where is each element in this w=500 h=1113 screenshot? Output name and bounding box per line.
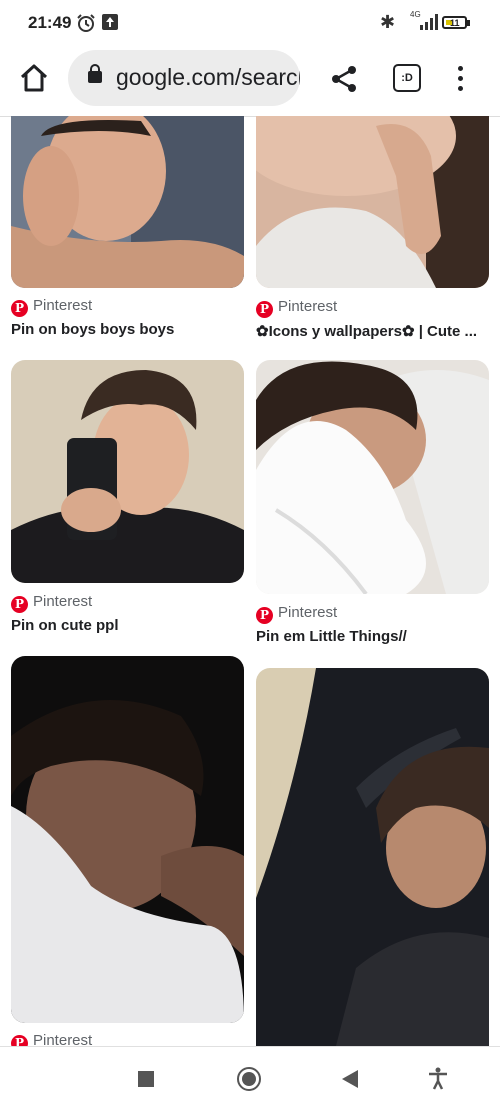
- home-icon[interactable]: [18, 62, 50, 94]
- battery-level: 11: [450, 18, 460, 28]
- status-time: 21:49: [28, 13, 72, 32]
- pinterest-icon: P: [256, 607, 273, 624]
- result-source[interactable]: P Pinterest: [11, 593, 92, 613]
- back-icon[interactable]: [342, 1070, 358, 1088]
- pinterest-icon: P: [256, 301, 273, 318]
- upload-icon: [102, 14, 118, 30]
- pinterest-icon: P: [11, 300, 28, 317]
- tab-switcher-button[interactable]: :D: [393, 64, 421, 92]
- share-icon[interactable]: [330, 64, 360, 94]
- system-nav-bar: [0, 1046, 500, 1113]
- result-source[interactable]: P Pinterest: [256, 298, 337, 318]
- result-image[interactable]: [11, 116, 244, 288]
- accessibility-icon[interactable]: [426, 1066, 450, 1090]
- result-source[interactable]: P Pinterest: [11, 297, 92, 317]
- signal-icon: [420, 14, 438, 30]
- more-menu-icon[interactable]: [452, 64, 468, 94]
- result-image[interactable]: [256, 360, 489, 594]
- recent-apps-icon[interactable]: [138, 1071, 154, 1087]
- result-image[interactable]: [11, 656, 244, 1023]
- result-title[interactable]: ✿Icons y wallpapers✿ | Cute ...: [256, 322, 489, 340]
- alarm-icon: [77, 14, 95, 32]
- address-bar[interactable]: google.com/search: [68, 50, 300, 106]
- result-image[interactable]: [11, 360, 244, 583]
- battery-icon: 11: [442, 16, 467, 29]
- url-text[interactable]: google.com/search: [116, 64, 300, 91]
- result-title[interactable]: Pin on cute ppl: [11, 617, 244, 634]
- status-bar: 21:49 ✱ 4G 11: [0, 0, 500, 46]
- result-title[interactable]: Pin on boys boys boys: [11, 321, 244, 338]
- browser-toolbar: google.com/search :D: [0, 46, 500, 117]
- home-nav-icon[interactable]: [237, 1067, 261, 1091]
- result-source[interactable]: P Pinterest: [256, 604, 337, 624]
- lock-icon: [88, 64, 102, 83]
- result-image[interactable]: [256, 668, 489, 1046]
- result-image[interactable]: [256, 116, 489, 288]
- pinterest-icon: P: [11, 596, 28, 613]
- bluetooth-icon: ✱: [380, 12, 396, 32]
- result-title[interactable]: Pin em Little Things//: [256, 628, 489, 645]
